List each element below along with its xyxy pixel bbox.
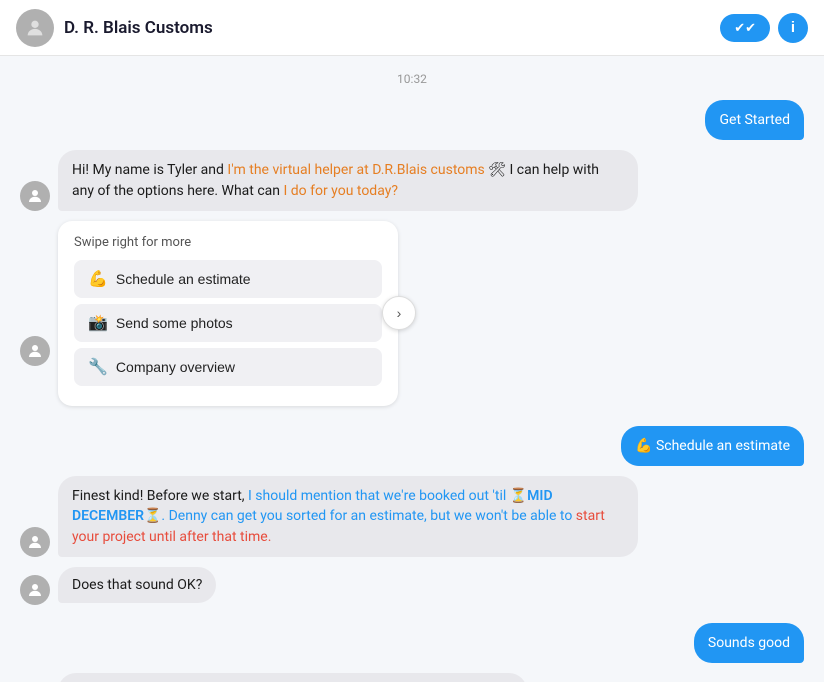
schedule-selected-text: 💪 Schedule an estimate — [635, 438, 790, 454]
schedule-emoji: 💪 — [88, 269, 108, 289]
check-icon: ✔✔ — [734, 20, 756, 36]
info-icon: i — [791, 19, 795, 36]
bubble-schedule: 💪 Schedule an estimate — [621, 426, 804, 466]
msg-row-sounds-good: Sounds good — [20, 623, 804, 663]
schedule-label: Schedule an estimate — [116, 271, 251, 287]
bot-avatar-intro — [20, 181, 50, 211]
bubble-sounds-good: Sounds good — [694, 623, 804, 663]
chat-header: D. R. Blais Customs ✔✔ i — [0, 0, 824, 56]
msg-row-booked: Finest kind! Before we start, I should m… — [20, 476, 804, 557]
msg-row-schedule: 💪 Schedule an estimate — [20, 426, 804, 466]
bubble-sound-ok: Does that sound OK? — [58, 567, 216, 603]
bot-avatar-card — [20, 336, 50, 366]
bubble-booked: Finest kind! Before we start, I should m… — [58, 476, 638, 557]
swipe-right-button[interactable]: › — [382, 296, 416, 330]
timestamp: 10:32 — [20, 72, 804, 86]
quick-btn-photos[interactable]: 📸 Send some photos — [74, 304, 382, 342]
quick-btn-schedule[interactable]: 💪 Schedule an estimate — [74, 260, 382, 298]
header-icons: ✔✔ i — [720, 13, 808, 43]
msg-row-sound-ok: Does that sound OK? — [20, 567, 804, 613]
sound-ok-text: Does that sound OK? — [72, 577, 202, 593]
overview-label: Company overview — [116, 359, 235, 375]
booked-text: Finest kind! Before we start, I should m… — [72, 488, 605, 545]
header-title: D. R. Blais Customs — [64, 18, 720, 38]
bot-avatar-booked — [20, 527, 50, 557]
quick-btn-overview[interactable]: 🔧 Company overview — [74, 348, 382, 386]
photos-emoji: 📸 — [88, 313, 108, 333]
check-button[interactable]: ✔✔ — [720, 14, 770, 42]
bubble-name-question: Alrighty, I can help you get the process… — [58, 673, 527, 682]
bubble-bot-intro: Hi! My name is Tyler and I'm the virtual… — [58, 150, 638, 211]
bot-avatar-sound-ok — [20, 575, 50, 605]
msg-row-bot-intro: Hi! My name is Tyler and I'm the virtual… — [20, 150, 804, 211]
chevron-right-icon: › — [397, 305, 402, 321]
overview-emoji: 🔧 — [88, 357, 108, 377]
quick-card-title: Swipe right for more — [74, 235, 382, 250]
sounds-good-text: Sounds good — [708, 635, 790, 651]
msg-row-get-started: Get Started — [20, 100, 804, 140]
photos-label: Send some photos — [116, 315, 233, 331]
chat-area: 10:32 Get Started Hi! My name is Tyler a… — [0, 56, 824, 682]
info-button[interactable]: i — [778, 13, 808, 43]
quick-reply-card: Swipe right for more 💪 Schedule an estim… — [58, 221, 398, 406]
msg-row-name-question: Alrighty, I can help you get the process… — [20, 673, 804, 682]
header-avatar — [16, 9, 54, 47]
bubble-get-started: Get Started — [705, 100, 804, 140]
bot-intro-text: Hi! My name is Tyler and I'm the virtual… — [72, 162, 599, 198]
get-started-text: Get Started — [719, 112, 790, 128]
